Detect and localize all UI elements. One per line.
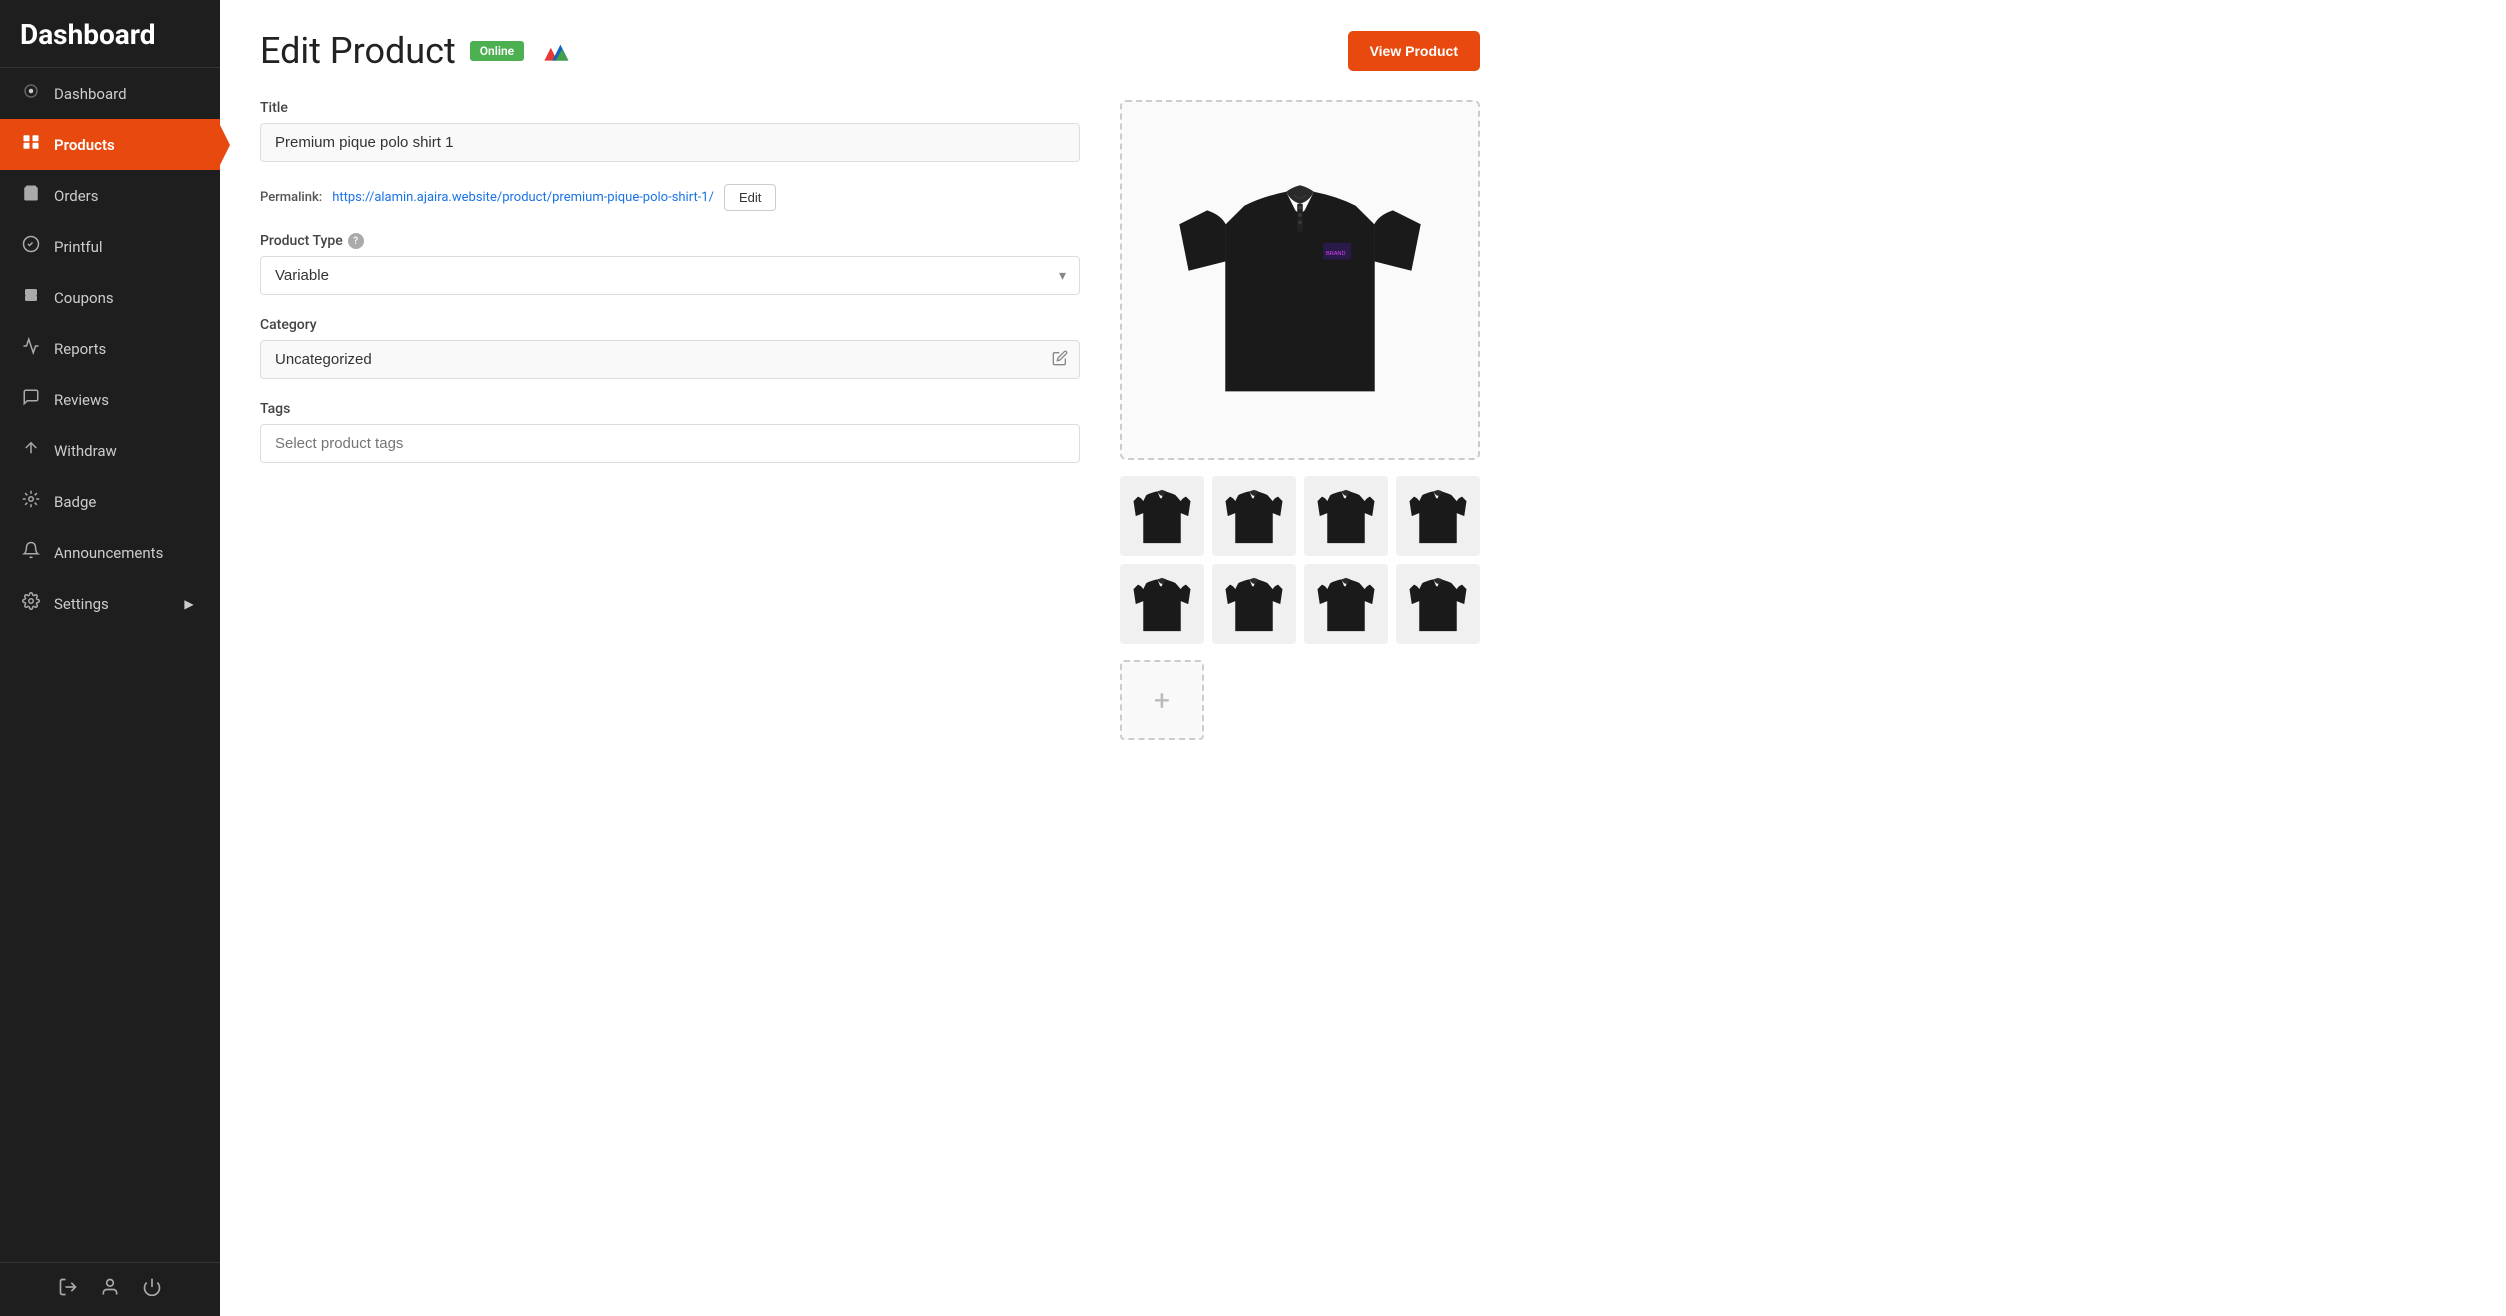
sidebar-item-label: Announcements xyxy=(54,544,163,562)
tags-label: Tags xyxy=(260,401,1080,417)
sidebar-nav: Dashboard Products Orders Printful Coupo… xyxy=(0,68,220,1262)
sidebar-item-settings[interactable]: Settings ▶ xyxy=(0,578,220,629)
svg-text:BRAND: BRAND xyxy=(1326,251,1345,257)
thumbnail-6[interactable] xyxy=(1212,564,1296,644)
page-title: Edit Product xyxy=(260,30,456,72)
thumbnail-2[interactable] xyxy=(1212,476,1296,556)
category-wrapper xyxy=(260,340,1080,379)
user-icon[interactable] xyxy=(100,1277,120,1302)
sidebar-item-coupons[interactable]: Coupons xyxy=(0,272,220,323)
permalink-label: Permalink: xyxy=(260,190,322,205)
sidebar-item-label: Withdraw xyxy=(54,442,117,460)
product-type-group: Product Type ? Variable Simple Grouped E… xyxy=(260,233,1080,295)
sidebar-item-reports[interactable]: Reports xyxy=(0,323,220,374)
thumbnail-4[interactable] xyxy=(1396,476,1480,556)
sidebar-item-label: Settings xyxy=(54,595,109,613)
app-title: Dashboard xyxy=(20,18,200,51)
view-product-button[interactable]: View Product xyxy=(1348,31,1480,71)
badge-icon xyxy=(20,490,42,513)
thumbnail-5[interactable] xyxy=(1120,564,1204,644)
status-badge: Online xyxy=(470,41,524,61)
edit-permalink-button[interactable]: Edit xyxy=(724,184,776,211)
thumbnail-7[interactable] xyxy=(1304,564,1388,644)
dashboard-icon xyxy=(20,82,42,105)
sidebar-item-products[interactable]: Products xyxy=(0,119,220,170)
power-icon[interactable] xyxy=(142,1277,162,1302)
sidebar-item-orders[interactable]: Orders xyxy=(0,170,220,221)
sidebar-item-label: Products xyxy=(54,136,115,154)
tags-input[interactable] xyxy=(260,424,1080,463)
add-image-button[interactable]: + xyxy=(1120,660,1204,740)
settings-icon xyxy=(20,592,42,615)
tags-group: Tags xyxy=(260,401,1080,463)
sidebar-item-label: Reports xyxy=(54,340,106,358)
category-input[interactable] xyxy=(260,340,1080,379)
sidebar-header: Dashboard xyxy=(0,0,220,68)
sidebar-item-dashboard[interactable]: Dashboard xyxy=(0,68,220,119)
polo-shirt-main-image: BRAND xyxy=(1170,140,1430,420)
product-image-main[interactable]: BRAND xyxy=(1120,100,1480,460)
sidebar-item-withdraw[interactable]: Withdraw xyxy=(0,425,220,476)
product-type-select-wrapper: Variable Simple Grouped External/Affilia… xyxy=(260,256,1080,295)
sidebar-item-announcements[interactable]: Announcements xyxy=(0,527,220,578)
reviews-icon xyxy=(20,388,42,411)
page-header: Edit Product Online View Product xyxy=(260,30,1480,72)
withdraw-icon xyxy=(20,439,42,462)
category-label: Category xyxy=(260,317,1080,333)
sidebar-footer xyxy=(0,1262,220,1316)
title-group: Title xyxy=(260,100,1080,162)
sidebar-item-label: Printful xyxy=(54,238,103,256)
title-input[interactable] xyxy=(260,123,1080,162)
sidebar-item-label: Coupons xyxy=(54,289,114,307)
sidebar-item-label: Badge xyxy=(54,493,96,511)
page-header-left: Edit Product Online xyxy=(260,30,570,72)
form-product: Title Permalink: https://alamin.ajaira.w… xyxy=(260,100,1480,740)
sidebar-item-label: Reviews xyxy=(54,391,109,409)
coupons-icon xyxy=(20,286,42,309)
main-content: Edit Product Online View Product Title xyxy=(220,0,2506,1316)
reports-icon xyxy=(20,337,42,360)
sidebar-item-printful[interactable]: Printful xyxy=(0,221,220,272)
orders-icon xyxy=(20,184,42,207)
mountain-logo-icon xyxy=(538,39,570,63)
settings-arrow-icon: ▶ xyxy=(178,597,200,611)
category-edit-icon[interactable] xyxy=(1052,350,1068,370)
permalink-row: Permalink: https://alamin.ajaira.website… xyxy=(260,184,1080,211)
thumbnails-grid xyxy=(1120,476,1480,644)
sidebar-item-label: Orders xyxy=(54,187,99,205)
thumbnail-3[interactable] xyxy=(1304,476,1388,556)
thumbnail-1[interactable] xyxy=(1120,476,1204,556)
product-type-select[interactable]: Variable Simple Grouped External/Affilia… xyxy=(260,256,1080,295)
form-right: BRAND xyxy=(1120,100,1480,740)
product-type-label: Product Type ? xyxy=(260,233,1080,249)
products-icon xyxy=(20,133,42,156)
announcements-icon xyxy=(20,541,42,564)
category-group: Category xyxy=(260,317,1080,379)
permalink-url[interactable]: https://alamin.ajaira.website/product/pr… xyxy=(332,190,714,205)
title-label: Title xyxy=(260,100,1080,116)
sidebar: Dashboard Dashboard Products Orders Prin… xyxy=(0,0,220,1316)
sidebar-item-reviews[interactable]: Reviews xyxy=(0,374,220,425)
form-left: Title Permalink: https://alamin.ajaira.w… xyxy=(260,100,1080,485)
logout-icon[interactable] xyxy=(58,1277,78,1302)
thumbnail-8[interactable] xyxy=(1396,564,1480,644)
printful-icon xyxy=(20,235,42,258)
sidebar-item-badge[interactable]: Badge xyxy=(0,476,220,527)
sidebar-item-label: Dashboard xyxy=(54,85,127,103)
product-type-help-icon[interactable]: ? xyxy=(348,233,364,249)
